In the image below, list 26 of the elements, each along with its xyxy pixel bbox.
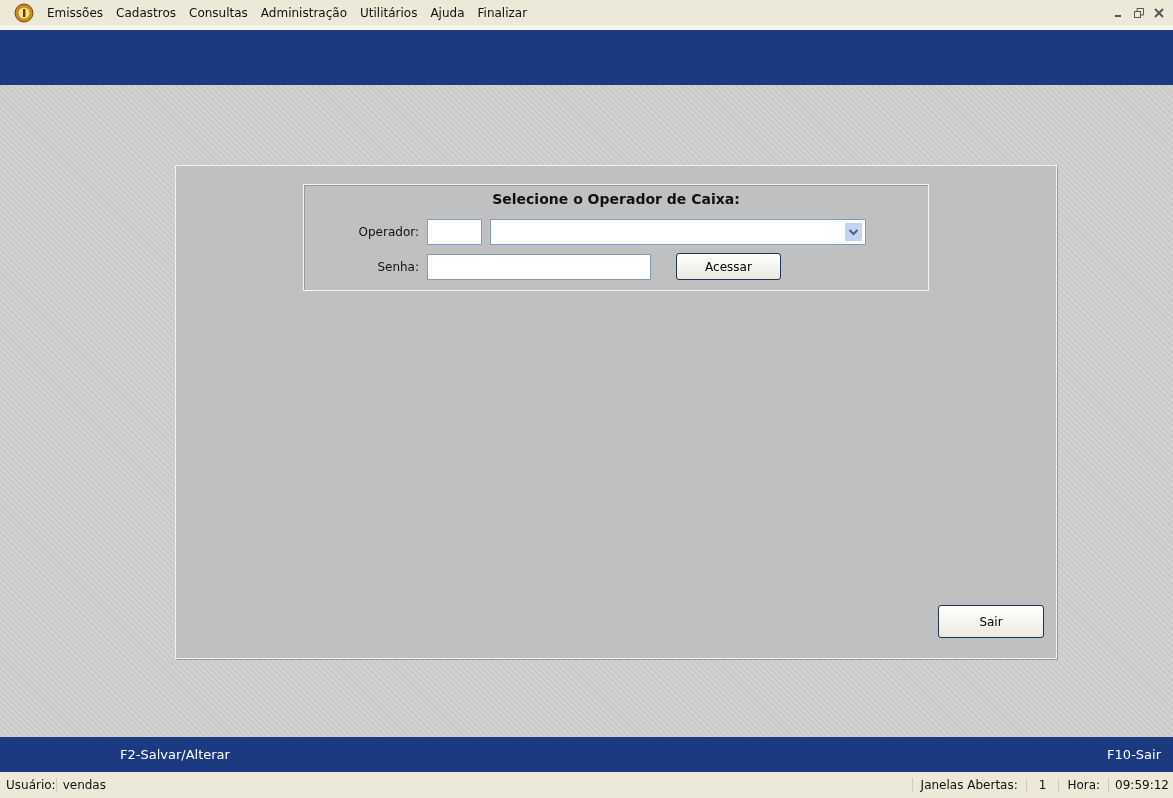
- operator-code-field[interactable]: [427, 219, 482, 245]
- exit-button[interactable]: Sair: [938, 605, 1044, 638]
- user-name: vendas: [55, 778, 106, 792]
- time-value: 09:59:12: [1108, 778, 1169, 792]
- shortcut-hint: F2-Salvar/Alterar: [120, 747, 230, 762]
- open-windows-label: Janelas Abertas:: [911, 778, 1026, 792]
- close-icon[interactable]: [1153, 6, 1165, 19]
- operator-dropdown[interactable]: [490, 219, 866, 245]
- form-title: Selecione o Operador de Caixa:: [491, 191, 741, 207]
- operator-label: Operador:: [357, 225, 419, 239]
- menu-item[interactable]: Emissões: [47, 5, 104, 20]
- access-button[interactable]: Acessar: [676, 253, 781, 280]
- menu-item[interactable]: Finalizar: [477, 5, 528, 20]
- password-field[interactable]: [427, 253, 651, 280]
- menu-item[interactable]: Utilitários: [360, 5, 418, 20]
- user-label: Usuário:: [6, 778, 56, 792]
- restore-icon[interactable]: [1133, 6, 1145, 19]
- menu-item[interactable]: Administração: [260, 5, 347, 20]
- menu-item[interactable]: Ajuda: [430, 5, 465, 20]
- shortcut-hint: F10-Sair: [1107, 747, 1161, 762]
- open-windows-count: 1: [1025, 778, 1059, 792]
- app-logo-icon: [14, 2, 34, 23]
- menu-item[interactable]: Consultas: [189, 5, 248, 20]
- time-label: Hora:: [1058, 778, 1109, 792]
- menu-item[interactable]: Cadastros: [116, 5, 177, 20]
- password-label: Senha:: [376, 259, 419, 274]
